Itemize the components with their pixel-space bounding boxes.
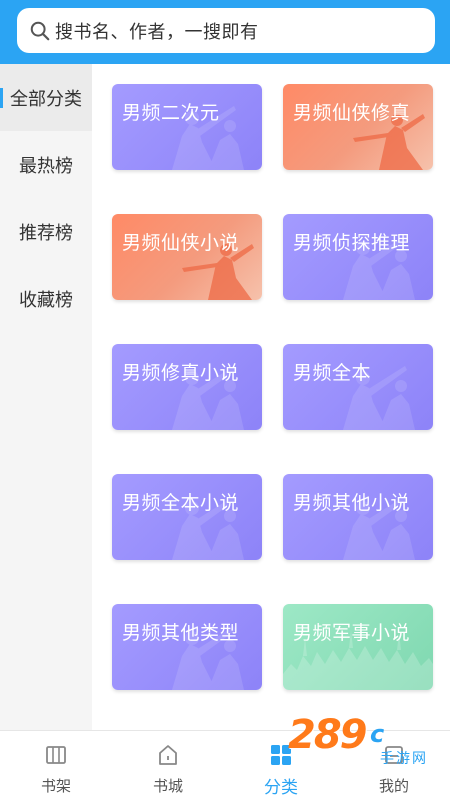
tab-label: 书架 — [40, 777, 71, 795]
tab-label: 我的 — [378, 777, 409, 795]
warrior-silhouette-icon — [172, 626, 244, 690]
bottom-tab-bar: 书架 书城 分类 我的 — [0, 730, 450, 800]
category-card[interactable]: 男频二次元 — [112, 84, 262, 170]
header: 搜书名、作者，一搜即有 — [0, 0, 450, 64]
sidebar-item-label: 推荐榜 — [19, 222, 73, 244]
category-card[interactable]: 男频修真小说 — [112, 344, 262, 430]
sidebar-item-label: 收藏榜 — [19, 289, 73, 311]
sidebar: 全部分类 最热榜 推荐榜 收藏榜 — [0, 64, 92, 730]
tab-profile[interactable]: 我的 — [338, 731, 450, 800]
search-icon — [30, 21, 50, 40]
tab-category[interactable]: 分类 — [225, 731, 337, 800]
category-card[interactable]: 男频仙侠小说 — [112, 214, 262, 300]
warrior-silhouette-icon — [172, 366, 244, 430]
warrior-silhouette-icon — [343, 236, 415, 300]
army-silhouette-icon — [283, 630, 433, 690]
sidebar-item-hottest[interactable]: 最热榜 — [0, 131, 92, 198]
category-label: 男频全本小说 — [122, 492, 240, 514]
profile-icon — [385, 746, 403, 764]
warrior-silhouette-icon — [343, 366, 415, 430]
category-label: 男频仙侠小说 — [122, 232, 240, 254]
sidebar-item-all-categories[interactable]: 全部分类 — [0, 64, 92, 131]
category-label: 男频其他小说 — [293, 492, 411, 514]
swordsman-silhouette-icon — [353, 114, 425, 170]
category-icon — [271, 745, 291, 765]
sidebar-item-recommended[interactable]: 推荐榜 — [0, 198, 92, 265]
home-icon — [159, 745, 177, 765]
category-label: 男频仙侠修真 — [293, 102, 411, 124]
warrior-silhouette-icon — [343, 496, 415, 560]
search-bar[interactable]: 搜书名、作者，一搜即有 — [17, 8, 435, 53]
category-card[interactable]: 男频仙侠修真 — [283, 84, 433, 170]
sidebar-item-label: 全部分类 — [10, 88, 82, 110]
tab-bookshelf[interactable]: 书架 — [0, 731, 112, 800]
category-label: 男频侦探推理 — [293, 232, 411, 254]
category-label: 男频二次元 — [122, 102, 220, 124]
search-placeholder: 搜书名、作者，一搜即有 — [55, 21, 259, 43]
warrior-silhouette-icon — [172, 496, 244, 560]
category-label: 男频修真小说 — [122, 362, 240, 384]
warrior-silhouette-icon — [172, 106, 244, 170]
bookshelf-icon — [46, 746, 66, 764]
swordsman-silhouette-icon — [182, 244, 254, 300]
tab-label: 书城 — [152, 777, 183, 795]
category-card[interactable]: 男频其他小说 — [283, 474, 433, 560]
category-card[interactable]: 男频军事小说 — [283, 604, 433, 690]
category-label: 男频其他类型 — [122, 622, 240, 644]
category-grid: 男频二次元 男频仙侠修真 男频仙侠小说 男频侦探推理 男频修真小说 男频全本 男… — [92, 64, 450, 730]
category-card[interactable]: 男频全本小说 — [112, 474, 262, 560]
category-card[interactable]: 男频全本 — [283, 344, 433, 430]
category-label: 男频全本 — [293, 362, 372, 384]
category-label: 男频军事小说 — [293, 622, 411, 644]
sidebar-item-label: 最热榜 — [19, 155, 73, 177]
category-card[interactable]: 男频其他类型 — [112, 604, 262, 690]
tab-bookstore[interactable]: 书城 — [112, 731, 224, 800]
tab-label: 分类 — [264, 778, 298, 798]
category-card[interactable]: 男频侦探推理 — [283, 214, 433, 300]
sidebar-item-favorites[interactable]: 收藏榜 — [0, 265, 92, 332]
